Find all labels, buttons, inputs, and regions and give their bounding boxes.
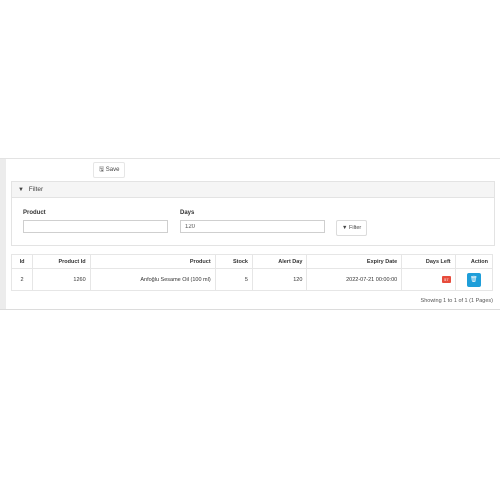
col-alert-day[interactable]: Alert Day <box>251 254 308 269</box>
cell-product-id: 1260 <box>32 268 91 291</box>
cell-alert-day: 120 <box>251 268 308 291</box>
stock-alert-table: Id Product Id Product Stock Alert Day Ex… <box>10 254 494 291</box>
filter-button[interactable]: ▼ Filter <box>336 220 368 236</box>
col-stock[interactable]: Stock <box>214 254 253 269</box>
table-row: 2 1260 Anfoğlu Sesame Oil (100 ml) 5 120… <box>10 268 494 291</box>
filter-header: ▼ Filter <box>12 182 494 198</box>
table-header-row: Id Product Id Product Stock Alert Day Ex… <box>10 254 494 269</box>
days-input[interactable] <box>180 220 325 233</box>
save-button[interactable]: 🖫 Save <box>93 162 126 178</box>
filter-icon: ▼ <box>342 225 348 231</box>
product-input[interactable] <box>23 220 168 233</box>
filter-title: Filter <box>28 186 44 193</box>
trash-icon: 🗑 <box>470 276 478 283</box>
filter-panel: ▼ Filter <box>11 181 495 246</box>
side-strip <box>0 159 6 309</box>
cell-action: 🗑 <box>454 268 494 291</box>
cell-product: Anfoğlu Sesame Oil (100 ml) <box>89 268 216 291</box>
delete-button[interactable]: 🗑 <box>466 272 481 287</box>
cell-id: 2 <box>10 268 34 291</box>
product-label: Product <box>23 210 46 216</box>
filter-icon: ▼ <box>18 187 24 193</box>
col-id[interactable]: Id <box>10 254 34 269</box>
days-label: Days <box>180 210 195 216</box>
cell-stock: 5 <box>214 268 253 291</box>
cell-expiry-date: 2022-07-21 00:00:00 <box>306 268 403 291</box>
col-action: Action <box>454 254 494 269</box>
filter-button-label: Filter <box>348 225 362 231</box>
col-days-left[interactable]: Days Left <box>401 254 456 269</box>
save-label: Save <box>105 167 120 173</box>
days-left-badge: 57 <box>442 276 451 283</box>
col-expiry-date[interactable]: Expiry Date <box>306 254 403 269</box>
floppy-icon: 🖫 <box>99 167 105 173</box>
pagination-text: Showing 1 to 1 of 1 (1 Pages) <box>420 298 493 304</box>
cell-days-left: 57 <box>401 268 456 291</box>
col-product-id[interactable]: Product Id <box>32 254 91 269</box>
col-product[interactable]: Product <box>89 254 216 269</box>
